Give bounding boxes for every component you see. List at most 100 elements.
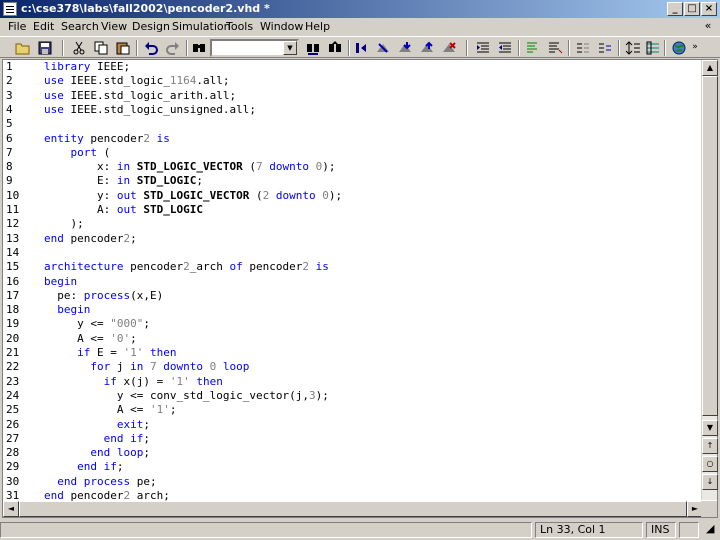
code-line[interactable]: if E = '1' then	[44, 346, 176, 360]
line-number: 6	[6, 131, 13, 145]
align-icon[interactable]	[574, 39, 592, 56]
scroll-up-icon[interactable]: ▲	[702, 60, 718, 76]
bookmark-icon[interactable]	[352, 39, 370, 56]
vertical-scrollbar[interactable]: ▲ ▼ ↑ ○ ↓	[701, 60, 718, 500]
title-bar[interactable]: c:\cse378\labs\fall2002\pencoder2.vhd * …	[0, 0, 720, 18]
toolbar-separator	[618, 40, 620, 56]
cut-icon[interactable]	[70, 39, 88, 56]
code-editor[interactable]: 1 2 3 4 5 6 7 8 9 10 11 12 13 14 15 16 17 18 19 20 21 22 23 24 2…	[2, 59, 718, 518]
line-number: 12	[6, 217, 20, 231]
toggle-bookmark-icon[interactable]	[374, 39, 392, 56]
horizontal-scroll-thumb[interactable]	[19, 501, 687, 517]
vertical-scroll-thumb[interactable]	[702, 76, 718, 416]
chevron-down-icon[interactable]: ▼	[283, 41, 297, 55]
menu-edit[interactable]: Edit	[33, 20, 54, 33]
code-line[interactable]: end loop;	[44, 446, 150, 460]
clear-bookmarks-icon[interactable]	[440, 39, 458, 56]
line-number: 4	[6, 102, 13, 116]
redo-icon[interactable]	[164, 39, 182, 56]
code-line[interactable]: entity pencoder2 is	[44, 132, 170, 146]
code-line[interactable]: use IEEE.std_logic_unsigned.all;	[44, 103, 256, 117]
paste-icon[interactable]	[114, 39, 132, 56]
line-number: 30	[6, 474, 20, 488]
menu-file[interactable]: File	[8, 20, 26, 33]
code-line[interactable]: end process pe;	[44, 475, 156, 489]
code-line[interactable]: y <= conv_std_logic_vector(j,3);	[44, 389, 329, 403]
code-line[interactable]: y <= "000";	[44, 317, 150, 331]
code-line[interactable]: A <= '0';	[44, 332, 137, 346]
code-line[interactable]: end if;	[44, 432, 150, 446]
prev-bookmark-icon[interactable]	[418, 39, 436, 56]
toolbar: ▼ »	[0, 36, 720, 58]
sort-icon[interactable]	[624, 39, 642, 56]
code-line[interactable]: begin	[44, 303, 90, 317]
code-line[interactable]: library IEEE;	[44, 60, 130, 74]
toolbar-separator	[62, 40, 64, 56]
mdi-restore-button[interactable]: «	[700, 19, 716, 33]
uncomment-icon[interactable]	[546, 39, 564, 56]
select-browse-icon[interactable]: ○	[702, 456, 718, 472]
code-line[interactable]: A: out STD_LOGIC	[44, 203, 203, 217]
code-line[interactable]: A <= '1';	[44, 403, 177, 417]
line-number: 2	[6, 74, 13, 88]
outdent-icon[interactable]	[496, 39, 514, 56]
minimize-button[interactable]: _	[667, 2, 683, 16]
code-line[interactable]: pe: process(x,E)	[44, 289, 163, 303]
code-line[interactable]: );	[44, 217, 84, 231]
find-next-icon[interactable]	[326, 39, 344, 56]
format-icon[interactable]	[596, 39, 614, 56]
code-line[interactable]: for j in 7 downto 0 loop	[44, 360, 249, 374]
code-line[interactable]: end if;	[44, 460, 123, 474]
line-number: 23	[6, 374, 20, 388]
code-line[interactable]: architecture pencoder2_arch of pencoder2…	[44, 260, 329, 274]
size-grip-icon[interactable]: ◢	[702, 522, 718, 538]
code-line[interactable]: if x(j) = '1' then	[44, 375, 223, 389]
code-line[interactable]: end pencoder2;	[44, 232, 137, 246]
line-number: 27	[6, 431, 20, 445]
menu-view[interactable]: View	[101, 20, 127, 33]
code-line[interactable]: port (	[44, 146, 111, 160]
line-number: 29	[6, 460, 20, 474]
find-combo[interactable]: ▼	[210, 39, 299, 57]
code-line[interactable]: begin	[44, 275, 77, 289]
code-line[interactable]: E: in STD_LOGIC;	[44, 174, 203, 188]
menu-help[interactable]: Help	[305, 20, 330, 33]
copy-icon[interactable]	[92, 39, 110, 56]
menu-design[interactable]: Design	[132, 20, 170, 33]
page-down-icon[interactable]: ↓	[702, 474, 718, 490]
maximize-button[interactable]: □	[684, 2, 700, 16]
toolbar-overflow-icon[interactable]: »	[688, 39, 702, 56]
line-number: 18	[6, 303, 20, 317]
menu-window[interactable]: Window	[260, 20, 303, 33]
find-icon[interactable]	[190, 39, 208, 56]
scroll-down-icon[interactable]: ▼	[702, 420, 718, 436]
code-line[interactable]: use IEEE.std_logic_arith.all;	[44, 89, 236, 103]
code-line[interactable]: use IEEE.std_logic_1164.all;	[44, 74, 229, 88]
code-line[interactable]: x: in STD_LOGIC_VECTOR (7 downto 0);	[44, 160, 335, 174]
toolbar-separator	[518, 40, 520, 56]
open-folder-icon[interactable]	[14, 39, 32, 56]
line-number: 13	[6, 231, 20, 245]
line-number: 26	[6, 417, 20, 431]
code-line[interactable]: y: out STD_LOGIC_VECTOR (2 downto 0);	[44, 189, 342, 203]
menu-tools[interactable]: Tools	[226, 20, 253, 33]
undo-icon[interactable]	[142, 39, 160, 56]
next-bookmark-icon[interactable]	[396, 39, 414, 56]
code-line[interactable]: exit;	[44, 418, 150, 432]
scrollbar-corner	[701, 501, 717, 517]
indent-icon[interactable]	[474, 39, 492, 56]
horizontal-scrollbar[interactable]: ◄ ►	[3, 501, 703, 517]
columns-icon[interactable]	[644, 39, 662, 56]
line-number: 5	[6, 117, 13, 131]
line-number: 16	[6, 274, 20, 288]
close-button[interactable]: ×	[701, 2, 717, 16]
scroll-left-icon[interactable]: ◄	[3, 501, 19, 517]
comment-icon[interactable]	[524, 39, 542, 56]
menu-simulation[interactable]: Simulation	[172, 20, 231, 33]
save-icon[interactable]	[36, 39, 54, 56]
menu-search[interactable]: Search	[61, 20, 99, 33]
find-in-files-icon[interactable]	[304, 39, 322, 56]
web-globe-icon[interactable]	[670, 39, 688, 56]
line-number-gutter: 1 2 3 4 5 6 7 8 9 10 11 12 13 14 15 16 17 18 19 20 21 22 23 24 2…	[3, 60, 40, 517]
page-up-icon[interactable]: ↑	[702, 438, 718, 454]
